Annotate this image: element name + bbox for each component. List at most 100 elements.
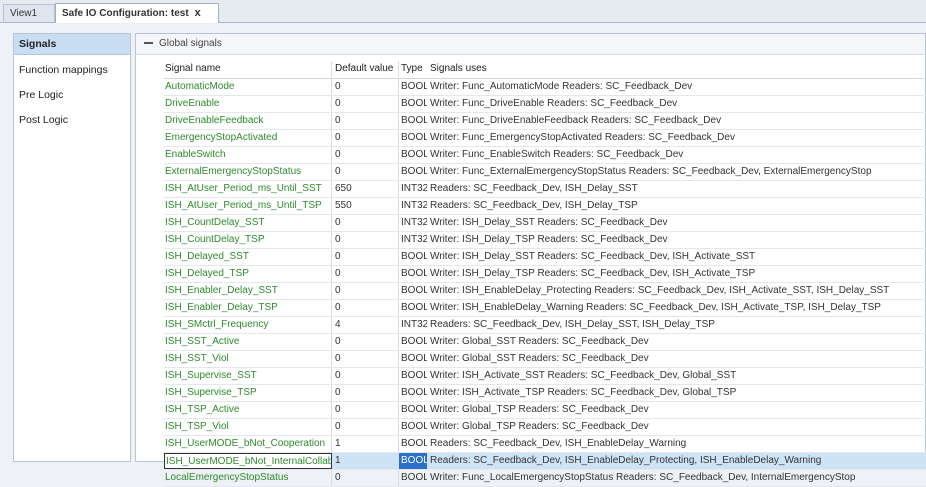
signal-name-cell[interactable]: ISH_UserMODE_bNot_Cooperation: [164, 436, 332, 452]
signal-uses-cell[interactable]: Readers: SC_Feedback_Dev, ISH_EnableDela…: [428, 436, 926, 452]
type-cell[interactable]: BOOL: [399, 300, 427, 316]
default-value-cell[interactable]: 0: [332, 147, 399, 163]
default-value-cell[interactable]: 0: [332, 368, 399, 384]
default-value-cell[interactable]: 0: [332, 215, 399, 231]
default-value-cell[interactable]: 0: [332, 402, 399, 418]
signal-uses-cell[interactable]: Writer: Func_EmergencyStopActivated Read…: [428, 130, 926, 146]
signal-name-cell[interactable]: EnableSwitch: [164, 147, 332, 163]
signal-name-cell[interactable]: ISH_SST_Viol: [164, 351, 332, 367]
type-cell[interactable]: BOOL: [399, 266, 427, 282]
table-row[interactable]: DriveEnable 0 BOOL Writer: Func_DriveEnable…: [164, 96, 926, 113]
signal-uses-cell[interactable]: Readers: SC_Feedback_Dev, ISH_Delay_SST,…: [428, 317, 926, 333]
column-header-signal-name[interactable]: Signal name: [164, 61, 332, 77]
column-header-default-value[interactable]: Default value: [332, 61, 399, 77]
sidebar-item-function-mappings[interactable]: Function mappings: [14, 60, 130, 80]
signal-uses-cell[interactable]: Writer: Func_LocalEmergencyStopStatus Re…: [428, 470, 926, 486]
type-cell[interactable]: INT32: [399, 317, 427, 333]
signal-name-cell[interactable]: ISH_Enabler_Delay_SST: [164, 283, 332, 299]
default-value-cell[interactable]: 550: [332, 198, 399, 214]
table-row[interactable]: ISH_TSP_Viol 0 BOOL Writer: Global_TSP Read…: [164, 419, 926, 436]
default-value-cell[interactable]: 0: [332, 130, 399, 146]
signal-name-cell[interactable]: ISH_Delayed_TSP: [164, 266, 332, 282]
signal-uses-cell[interactable]: Writer: Func_DriveEnableFeedback Readers…: [428, 113, 926, 129]
type-cell[interactable]: BOOL: [399, 402, 427, 418]
signal-name-cell[interactable]: ISH_SST_Active: [164, 334, 332, 350]
table-row[interactable]: ISH_SMctrl_Frequency 4 INT32 Readers: SC_Fe…: [164, 317, 926, 334]
table-row[interactable]: ISH_TSP_Active 0 BOOL Writer: Global_TSP Re…: [164, 402, 926, 419]
type-cell[interactable]: BOOL: [399, 130, 427, 146]
signal-uses-cell[interactable]: Writer: ISH_Delay_TSP Readers: SC_Feedba…: [428, 266, 926, 282]
signal-uses-cell[interactable]: Writer: ISH_Delay_TSP Readers: SC_Feedba…: [428, 232, 926, 248]
table-row[interactable]: LocalEmergencyStopStatus 0 BOOL Writer: Fun…: [164, 470, 926, 487]
signal-name-cell[interactable]: ISH_TSP_Active: [164, 402, 332, 418]
type-cell[interactable]: BOOL: [399, 334, 427, 350]
signal-uses-cell[interactable]: Readers: SC_Feedback_Dev, ISH_EnableDela…: [428, 453, 926, 469]
signal-name-cell[interactable]: ISH_CountDelay_TSP: [164, 232, 332, 248]
default-value-cell[interactable]: 1: [332, 436, 399, 452]
default-value-cell[interactable]: 0: [332, 232, 399, 248]
default-value-cell[interactable]: 0: [332, 79, 399, 95]
signal-name-cell[interactable]: AutomaticMode: [164, 79, 332, 95]
type-cell[interactable]: BOOL: [399, 385, 427, 401]
type-cell[interactable]: BOOL: [399, 147, 427, 163]
signal-uses-cell[interactable]: Writer: Global_TSP Readers: SC_Feedback_…: [428, 419, 926, 435]
table-row[interactable]: ISH_UserMODE_bNot_Cooperation 1 BOOL Reader…: [164, 436, 926, 453]
sidebar-item-signals[interactable]: Signals: [14, 34, 130, 55]
type-cell[interactable]: BOOL: [399, 453, 427, 469]
signal-uses-cell[interactable]: Writer: Func_AutomaticMode Readers: SC_F…: [428, 79, 926, 95]
default-value-cell[interactable]: 0: [332, 470, 399, 486]
signal-uses-cell[interactable]: Writer: ISH_Activate_TSP Readers: SC_Fee…: [428, 385, 926, 401]
sidebar-item-pre-logic[interactable]: Pre Logic: [14, 85, 130, 105]
default-value-cell[interactable]: 0: [332, 334, 399, 350]
signal-name-cell[interactable]: ISH_Delayed_SST: [164, 249, 332, 265]
default-value-cell[interactable]: 0: [332, 351, 399, 367]
signal-uses-cell[interactable]: Writer: ISH_Delay_SST Readers: SC_Feedba…: [428, 249, 926, 265]
signal-uses-cell[interactable]: Writer: Global_SST Readers: SC_Feedback_…: [428, 334, 926, 350]
default-value-cell[interactable]: 0: [332, 385, 399, 401]
column-header-type[interactable]: Type: [399, 61, 427, 77]
signal-name-cell[interactable]: ISH_CountDelay_SST: [164, 215, 332, 231]
signal-name-cell[interactable]: DriveEnableFeedback: [164, 113, 332, 129]
type-cell[interactable]: INT32: [399, 215, 427, 231]
table-row[interactable]: AutomaticMode 0 BOOL Writer: Func_Automatic…: [164, 79, 926, 96]
signal-uses-cell[interactable]: Writer: ISH_EnableDelay_Protecting Reade…: [428, 283, 926, 299]
signal-name-cell[interactable]: ISH_Enabler_Delay_TSP: [164, 300, 332, 316]
sidebar-item-post-logic[interactable]: Post Logic: [14, 110, 130, 130]
signal-name-cell[interactable]: EmergencyStopActivated: [164, 130, 332, 146]
default-value-cell[interactable]: 0: [332, 249, 399, 265]
signal-uses-cell[interactable]: Writer: Func_DriveEnable Readers: SC_Fee…: [428, 96, 926, 112]
default-value-cell[interactable]: 0: [332, 266, 399, 282]
table-row[interactable]: EnableSwitch 0 BOOL Writer: Func_EnableSwit…: [164, 147, 926, 164]
default-value-cell[interactable]: 4: [332, 317, 399, 333]
type-cell[interactable]: INT32: [399, 232, 427, 248]
table-row[interactable]: ISH_Delayed_TSP 0 BOOL Writer: ISH_Delay_TS…: [164, 266, 926, 283]
type-cell[interactable]: BOOL: [399, 283, 427, 299]
table-row[interactable]: ISH_Enabler_Delay_TSP 0 BOOL Writer: ISH_En…: [164, 300, 926, 317]
type-cell[interactable]: BOOL: [399, 249, 427, 265]
signal-name-cell[interactable]: LocalEmergencyStopStatus: [164, 470, 332, 486]
signal-name-cell[interactable]: ISH_AtUser_Period_ms_Until_SST: [164, 181, 332, 197]
tab-view1[interactable]: View1: [3, 4, 55, 22]
signal-uses-cell[interactable]: Readers: SC_Feedback_Dev, ISH_Delay_SST: [428, 181, 926, 197]
table-row[interactable]: ISH_AtUser_Period_ms_Until_TSP 550 INT32 Re…: [164, 198, 926, 215]
table-row[interactable]: ISH_SST_Active 0 BOOL Writer: Global_SST Re…: [164, 334, 926, 351]
table-row[interactable]: ISH_AtUser_Period_ms_Until_SST 650 INT32 Re…: [164, 181, 926, 198]
type-cell[interactable]: BOOL: [399, 79, 427, 95]
minus-icon[interactable]: [144, 42, 153, 45]
table-row[interactable]: ISH_Supervise_TSP 0 BOOL Writer: ISH_Activa…: [164, 385, 926, 402]
default-value-cell[interactable]: 0: [332, 419, 399, 435]
default-value-cell[interactable]: 0: [332, 283, 399, 299]
table-row[interactable]: ISH_Enabler_Delay_SST 0 BOOL Writer: ISH_En…: [164, 283, 926, 300]
signal-name-cell[interactable]: ExternalEmergencyStopStatus: [164, 164, 332, 180]
type-cell[interactable]: INT32: [399, 198, 427, 214]
signal-name-cell[interactable]: ISH_AtUser_Period_ms_Until_TSP: [164, 198, 332, 214]
default-value-cell[interactable]: 0: [332, 96, 399, 112]
type-cell[interactable]: BOOL: [399, 470, 427, 486]
table-row[interactable]: ISH_Delayed_SST 0 BOOL Writer: ISH_Delay_SS…: [164, 249, 926, 266]
group-header-global-signals[interactable]: Global signals: [136, 34, 925, 55]
type-cell[interactable]: BOOL: [399, 164, 427, 180]
default-value-cell[interactable]: 1: [332, 453, 399, 469]
signal-uses-cell[interactable]: Writer: Global_TSP Readers: SC_Feedback_…: [428, 402, 926, 418]
type-cell[interactable]: BOOL: [399, 368, 427, 384]
tab-safe-io-configuration[interactable]: Safe IO Configuration: test x: [55, 3, 219, 23]
